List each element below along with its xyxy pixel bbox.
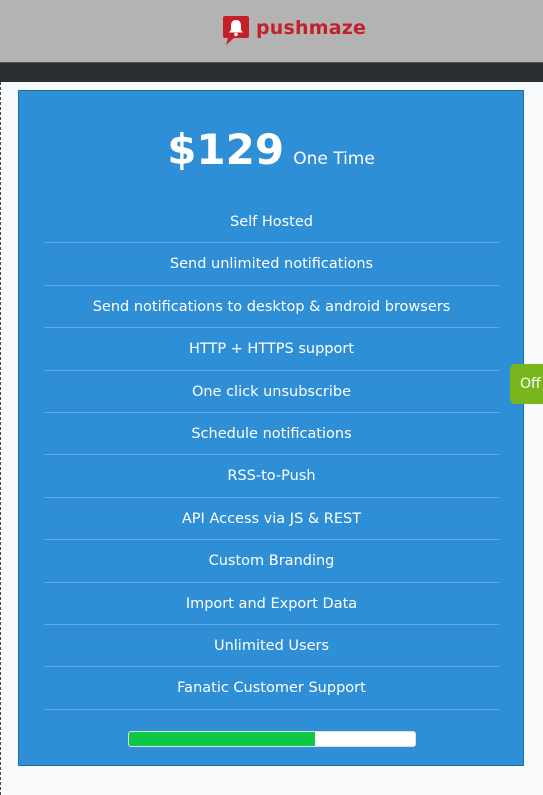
logo-wordmark: pushmaze (256, 17, 367, 39)
feature-item: API Access via JS & REST (44, 498, 499, 541)
pushmaze-logo[interactable]: pushmaze (222, 14, 366, 46)
page-edge-divider (0, 82, 1, 795)
feature-item: HTTP + HTTPS support (44, 328, 499, 371)
feature-item: Import and Export Data (44, 583, 499, 625)
feature-list: Self Hosted Send unlimited notifications… (44, 201, 499, 710)
price-amount: $129 (167, 125, 285, 174)
feature-item: Schedule notifications (44, 413, 499, 456)
feature-item: Fanatic Customer Support (44, 667, 499, 710)
site-header: pushmaze (0, 0, 543, 62)
feature-item: Unlimited Users (44, 625, 499, 668)
feature-item: Custom Branding (44, 540, 499, 583)
progress-fill (129, 732, 315, 746)
price-period: One Time (293, 149, 375, 169)
price-heading: $129 One Time (19, 125, 523, 174)
feature-item: One click unsubscribe (44, 371, 499, 413)
bell-speech-icon (223, 16, 249, 45)
feature-item: Send notifications to desktop & android … (44, 286, 499, 329)
feature-item: Send unlimited notifications (44, 243, 499, 286)
nav-bar (0, 62, 543, 82)
feature-item: Self Hosted (44, 201, 499, 244)
pricing-card: $129 One Time Self Hosted Send unlimited… (18, 90, 524, 766)
offer-side-tab[interactable]: Off (510, 364, 543, 404)
progress-bar (128, 731, 416, 747)
feature-item: RSS-to-Push (44, 455, 499, 498)
